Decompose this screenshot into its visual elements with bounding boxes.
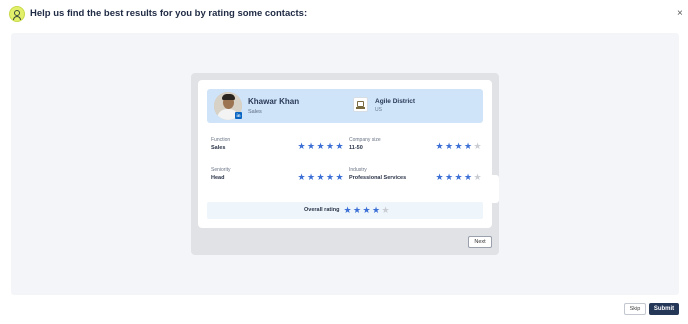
linkedin-icon[interactable]: in (235, 112, 242, 119)
rating-company-size[interactable]: ★ ★ ★ ★ ★ (435, 142, 482, 151)
field-seniority: Seniority Head (211, 167, 230, 181)
star-icon[interactable]: ★ (464, 173, 473, 182)
star-icon[interactable]: ★ (473, 173, 482, 182)
field-label: Industry (349, 167, 367, 173)
company-name: Agile District (375, 98, 416, 105)
field-value: Head (211, 175, 225, 181)
field-function: Function Sales (211, 137, 230, 151)
star-icon[interactable]: ★ (335, 142, 344, 151)
star-icon[interactable]: ★ (454, 173, 463, 182)
skip-button[interactable]: Skip (624, 303, 646, 315)
close-icon[interactable]: × (677, 9, 683, 19)
company-logo-icon (353, 97, 368, 112)
star-icon[interactable]: ★ (435, 142, 444, 151)
star-icon[interactable]: ★ (307, 142, 316, 151)
modal-header: Help us find the best results for you by… (0, 0, 688, 30)
contact-role: Sales (248, 109, 262, 115)
rating-overall[interactable]: ★ ★ ★ ★ ★ (343, 206, 390, 215)
star-icon[interactable]: ★ (335, 173, 344, 182)
field-label: Seniority (211, 167, 231, 173)
contact-name: Khawar Khan (248, 97, 300, 106)
rating-seniority[interactable]: ★ ★ ★ ★ ★ (297, 173, 344, 182)
field-value: Professional Services (349, 175, 407, 181)
star-icon[interactable]: ★ (326, 142, 335, 151)
star-icon[interactable]: ★ (381, 206, 390, 215)
content-area: in Khawar Khan Sales Agile District US F… (11, 33, 679, 295)
field-value: Sales (211, 145, 226, 151)
field-industry: Industry Professional Services (349, 167, 406, 181)
field-label: Company size (349, 137, 381, 143)
star-icon[interactable]: ★ (445, 173, 454, 182)
profile-banner: in Khawar Khan Sales Agile District US (207, 89, 483, 123)
star-icon[interactable]: ★ (464, 142, 473, 151)
contact-rating-logo-icon (9, 6, 25, 22)
star-icon[interactable]: ★ (316, 142, 325, 151)
side-tab[interactable] (492, 175, 499, 203)
star-icon[interactable]: ★ (297, 173, 306, 182)
field-company-size: Company size 11-50 (349, 137, 381, 151)
star-icon[interactable]: ★ (454, 142, 463, 151)
star-icon[interactable]: ★ (316, 173, 325, 182)
company-country: US (375, 107, 382, 113)
star-icon[interactable]: ★ (307, 173, 316, 182)
rating-industry[interactable]: ★ ★ ★ ★ ★ (435, 173, 482, 182)
star-icon[interactable]: ★ (435, 173, 444, 182)
star-icon[interactable]: ★ (372, 206, 381, 215)
next-button[interactable]: Next (468, 236, 492, 248)
field-value: 11-50 (349, 145, 363, 151)
star-icon[interactable]: ★ (326, 173, 335, 182)
overall-rating-label: Overall rating (304, 207, 340, 213)
modal-title: Help us find the best results for you by… (30, 8, 308, 19)
rating-function[interactable]: ★ ★ ★ ★ ★ (297, 142, 344, 151)
contact-card-frame: in Khawar Khan Sales Agile District US F… (191, 73, 499, 255)
star-icon[interactable]: ★ (297, 142, 306, 151)
star-icon[interactable]: ★ (362, 206, 371, 215)
star-icon[interactable]: ★ (473, 142, 482, 151)
submit-button[interactable]: Submit (649, 303, 679, 315)
star-icon[interactable]: ★ (353, 206, 362, 215)
overall-rating-bar: Overall rating ★ ★ ★ ★ ★ (207, 202, 483, 219)
star-icon[interactable]: ★ (343, 206, 352, 215)
field-label: Function (211, 137, 231, 143)
star-icon[interactable]: ★ (445, 142, 454, 151)
contact-card: in Khawar Khan Sales Agile District US F… (198, 80, 492, 228)
